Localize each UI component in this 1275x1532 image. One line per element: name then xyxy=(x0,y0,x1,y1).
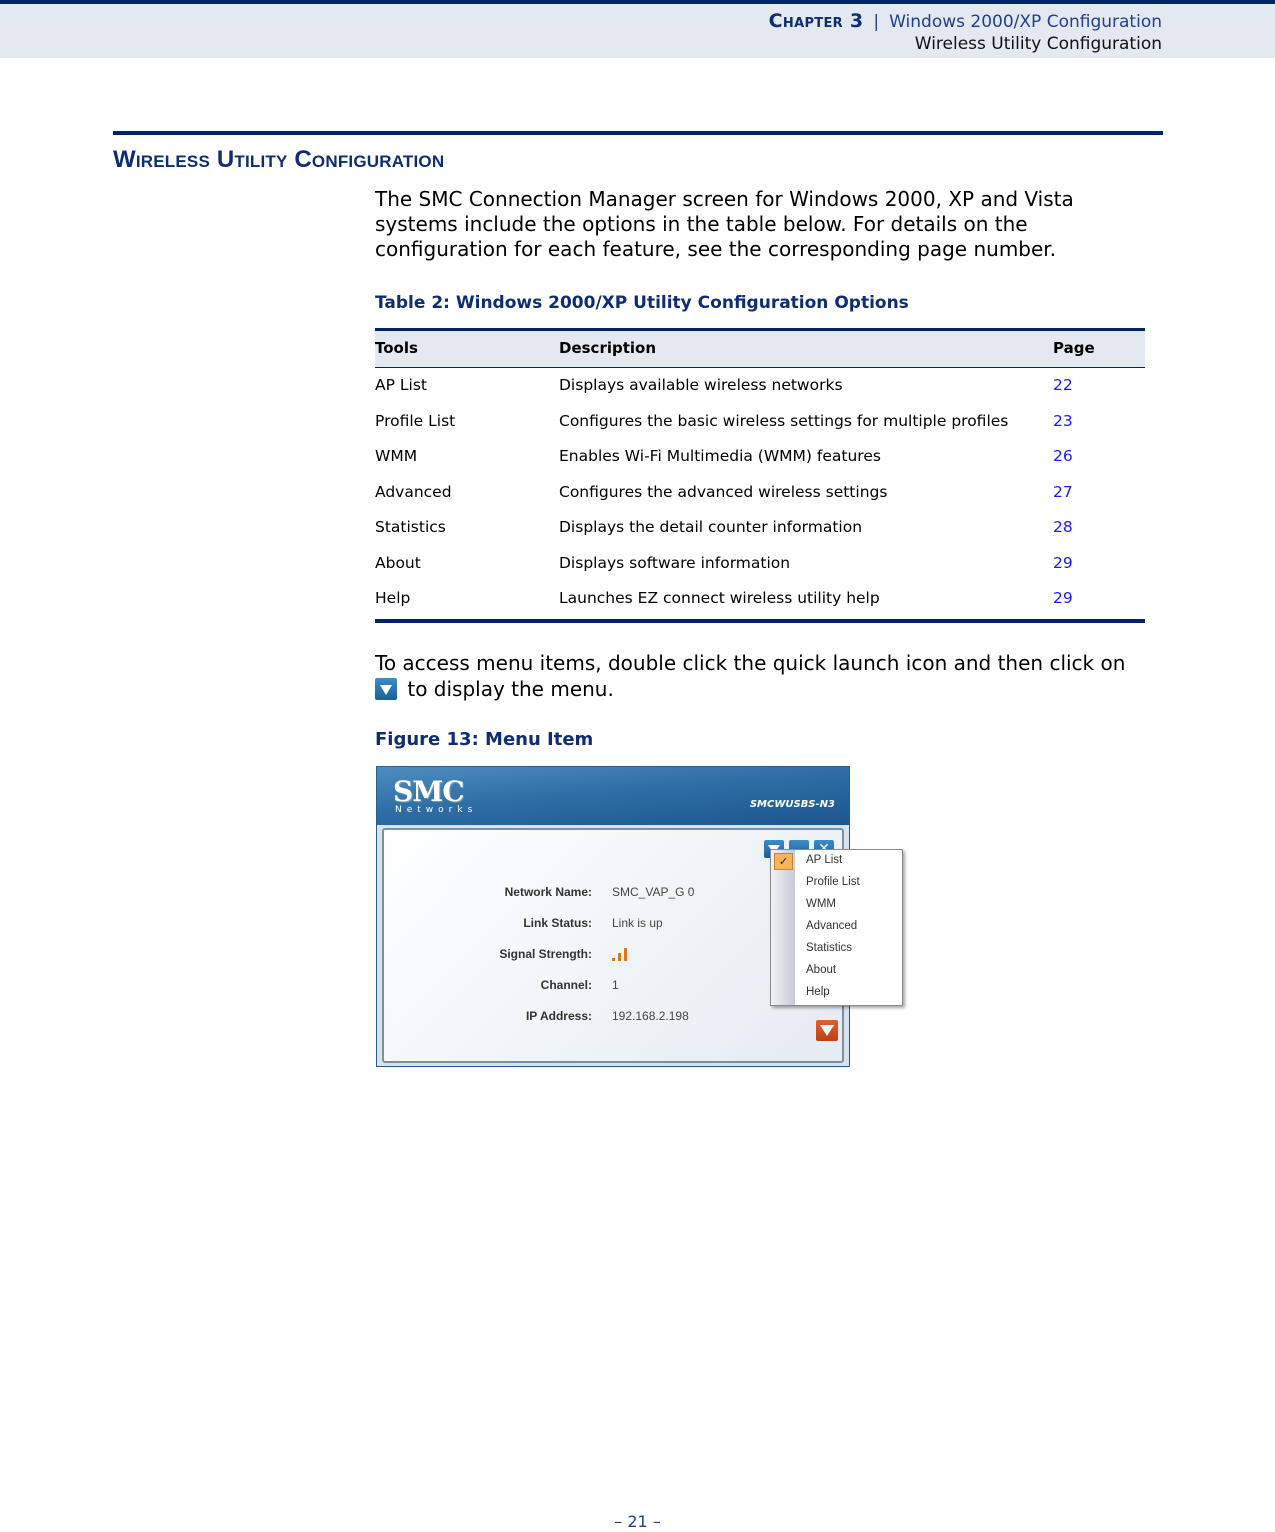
menu-item-about[interactable]: About xyxy=(806,964,836,976)
section-rule xyxy=(113,131,1163,135)
menu-item-help[interactable]: Help xyxy=(806,986,830,998)
cell-tool: AP List xyxy=(375,376,427,394)
table-caption: Table 2: Windows 2000/XP Utility Configu… xyxy=(375,293,909,313)
field-label: Network Name: xyxy=(504,885,592,899)
signal-strength-icon xyxy=(612,947,632,961)
running-header: Chapter 3 | Windows 2000/XP Configuration … xyxy=(0,0,1275,58)
field-label: Channel: xyxy=(540,978,592,992)
intro-paragraph: The SMC Connection Manager screen for Wi… xyxy=(375,187,1074,261)
menu-item-profile-list[interactable]: Profile List xyxy=(806,876,860,888)
cell-description: Enables Wi-Fi Multimedia (WMM) features xyxy=(559,447,881,465)
header-section: Wireless Utility Configuration xyxy=(914,34,1162,54)
header-page: Page xyxy=(1053,339,1095,357)
field-label: Signal Strength: xyxy=(499,947,592,961)
cell-tool: Profile List xyxy=(375,411,456,430)
page-link[interactable]: 23 xyxy=(1053,412,1073,430)
menu-item-wmm[interactable]: WMM xyxy=(806,898,836,910)
cell-tool: WMM xyxy=(375,447,418,465)
cell-tool: Advanced xyxy=(375,482,452,501)
cell-tool: About xyxy=(375,553,421,572)
cell-tool: Statistics xyxy=(375,518,446,536)
menu-item-statistics[interactable]: Statistics xyxy=(806,942,852,954)
access-paragraph: To access menu items, double click the q… xyxy=(375,650,1165,702)
header-description: Description xyxy=(559,339,657,357)
page-link[interactable]: 29 xyxy=(1053,554,1073,572)
app-banner: SMC Networks SMCWUSBS-N3 xyxy=(377,767,849,825)
context-menu: ✓ AP List Profile List WMM Advanced Stat… xyxy=(770,849,903,1006)
cell-description: Configures the advanced wireless setting… xyxy=(559,482,888,501)
menu-gutter xyxy=(771,850,795,1005)
cell-description: Displays available wireless networks xyxy=(559,376,843,394)
header-separator: | xyxy=(873,12,880,32)
options-table: Tools Description Page AP List Displays … xyxy=(375,328,1145,623)
chapter-label: Chapter 3 xyxy=(768,10,864,32)
section-title: Wireless Utility Configuration xyxy=(113,146,445,173)
field-value: 192.168.2.198 xyxy=(612,1009,689,1023)
table-header: Tools Description Page xyxy=(375,328,1145,368)
header-chapter-line: Chapter 3 | Windows 2000/XP Configuration xyxy=(769,10,1162,32)
smc-logo: SMC xyxy=(393,775,464,808)
cell-description: Configures the basic wireless settings f… xyxy=(559,411,1009,430)
table-row: Statistics Displays the detail counter i… xyxy=(375,510,1145,546)
table-row: AP List Displays available wireless netw… xyxy=(375,368,1145,404)
table-row: Advanced Configures the advanced wireles… xyxy=(375,475,1145,511)
page-link[interactable]: 27 xyxy=(1053,483,1073,501)
page-link[interactable]: 26 xyxy=(1053,447,1073,465)
cell-tool: Help xyxy=(375,589,411,607)
field-label: IP Address: xyxy=(525,1009,592,1023)
checkmark-icon: ✓ xyxy=(774,853,793,870)
field-label: Link Status: xyxy=(523,916,592,930)
field-value: SMC_VAP_G 0 xyxy=(612,885,695,899)
cell-description: Displays the detail counter information xyxy=(559,518,863,536)
table-row: Profile List Configures the basic wirele… xyxy=(375,404,1145,440)
page-link[interactable]: 29 xyxy=(1053,589,1073,607)
page-number: – 21 – xyxy=(614,1512,661,1531)
chapter-title: Windows 2000/XP Configuration xyxy=(889,12,1162,32)
access-text-before: To access menu items, double click the q… xyxy=(375,651,1126,675)
smc-logo-subtitle: Networks xyxy=(395,805,478,815)
cell-description: Launches EZ connect wireless utility hel… xyxy=(559,589,880,607)
model-name: SMCWUSBS-N3 xyxy=(749,799,835,810)
page-link[interactable]: 28 xyxy=(1053,518,1073,536)
field-value: 1 xyxy=(612,978,619,992)
table-bottom-rule xyxy=(375,618,1145,623)
header-tools: Tools xyxy=(375,339,418,357)
table-row: Help Launches EZ connect wireless utilit… xyxy=(375,581,1145,617)
expand-down-button[interactable] xyxy=(816,1020,838,1041)
menu-item-advanced[interactable]: Advanced xyxy=(806,920,857,932)
menu-item-ap-list[interactable]: AP List xyxy=(806,854,842,866)
page-link[interactable]: 22 xyxy=(1053,376,1073,394)
field-value: Link is up xyxy=(612,916,663,930)
table-row: WMM Enables Wi-Fi Multimedia (WMM) featu… xyxy=(375,439,1145,475)
figure-caption: Figure 13: Menu Item xyxy=(375,729,594,750)
menu-down-arrow-icon xyxy=(375,678,397,700)
table-row: About Displays software information 29 xyxy=(375,546,1145,582)
access-text-after: to display the menu. xyxy=(407,677,614,701)
cell-description: Displays software information xyxy=(559,553,791,572)
